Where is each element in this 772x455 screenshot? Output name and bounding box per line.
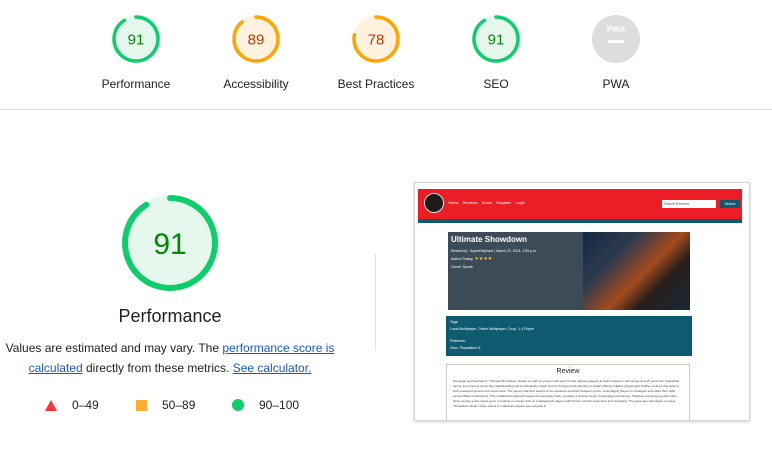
category-summary: 91 Performance 89 Accessibility 78 Best … (0, 0, 772, 110)
category-gauge-pwa[interactable]: PWA PWA (556, 14, 676, 91)
tags-panel: Tags: Local Multiplayer, Online Multipla… (446, 316, 692, 356)
gauge-label: SEO (483, 77, 509, 91)
gauge-score: 91 (488, 32, 505, 49)
performance-detail-gauge: 91 (70, 190, 270, 305)
performance-score: 91 (153, 228, 186, 261)
category-gauge-accessibility[interactable]: 89 Accessibility (196, 14, 316, 91)
divider (375, 254, 376, 350)
gauge-label: Best Practices (337, 77, 415, 91)
review-by: Review by : SuperElephant | March 22, 20… (451, 249, 537, 253)
gauge-ring: 78 (352, 15, 400, 63)
review-heading: Review (556, 368, 580, 375)
performance-title: Performance (118, 306, 222, 326)
triangle-icon (45, 399, 57, 411)
gauge-ring: 91 (122, 195, 218, 291)
review-body: Gameplay and Mechanics "Ultimate Showdow… (453, 379, 680, 408)
gauge-ring: 89 (232, 15, 280, 63)
nav-strip (418, 219, 742, 223)
game-hero: Ultimate Showdown Review by : SuperEleph… (448, 232, 690, 310)
site-navbar: Home Reviews About Register Login Search Rev… (418, 189, 742, 219)
genre: Genre: Sports (451, 265, 473, 269)
gauge-ring: 91 (112, 15, 160, 63)
gauge-label: PWA (602, 77, 630, 91)
gauge-label: Accessibility (223, 77, 289, 91)
circle-icon (232, 399, 244, 411)
gauge-score: 91 (128, 32, 145, 49)
pwa-badge-icon: PWA (592, 15, 640, 63)
square-icon (136, 399, 147, 411)
site-search-button: Search (720, 200, 740, 208)
nav-links: Home Reviews About Register Login (448, 200, 525, 205)
star-rating-icon: ★★★★ (474, 256, 493, 262)
category-gauge-performance[interactable]: 91 Performance (76, 14, 196, 91)
site-search-input: Search Reviews (662, 200, 716, 208)
performance-description: Values are estimated and may vary. The p… (5, 341, 335, 375)
game-title: Ultimate Showdown (451, 235, 527, 244)
gauge-label: Performance (101, 77, 171, 91)
site-logo (424, 193, 444, 213)
category-gauge-best-practices[interactable]: 78 Best Practices (316, 14, 436, 91)
legend-average: 50–89 (136, 398, 195, 412)
gauge-ring: 91 (472, 15, 520, 63)
rating: Author Rating: ★★★★ (451, 256, 493, 262)
game-image (583, 232, 690, 310)
pwa-badge-text: PWA (607, 25, 625, 34)
see-calculator-link[interactable]: See calculator. (233, 361, 312, 375)
review-section: Review Gameplay and Mechanics "Ultimate … (446, 364, 690, 420)
legend-fail: 0–49 (45, 398, 99, 412)
category-gauge-seo[interactable]: 91 SEO (436, 14, 556, 91)
gauge-score: 78 (368, 32, 385, 49)
gauge-score: 89 (248, 32, 265, 49)
legend-pass: 90–100 (232, 398, 299, 412)
final-screenshot[interactable]: Home Reviews About Register Login Search Rev… (414, 182, 750, 421)
